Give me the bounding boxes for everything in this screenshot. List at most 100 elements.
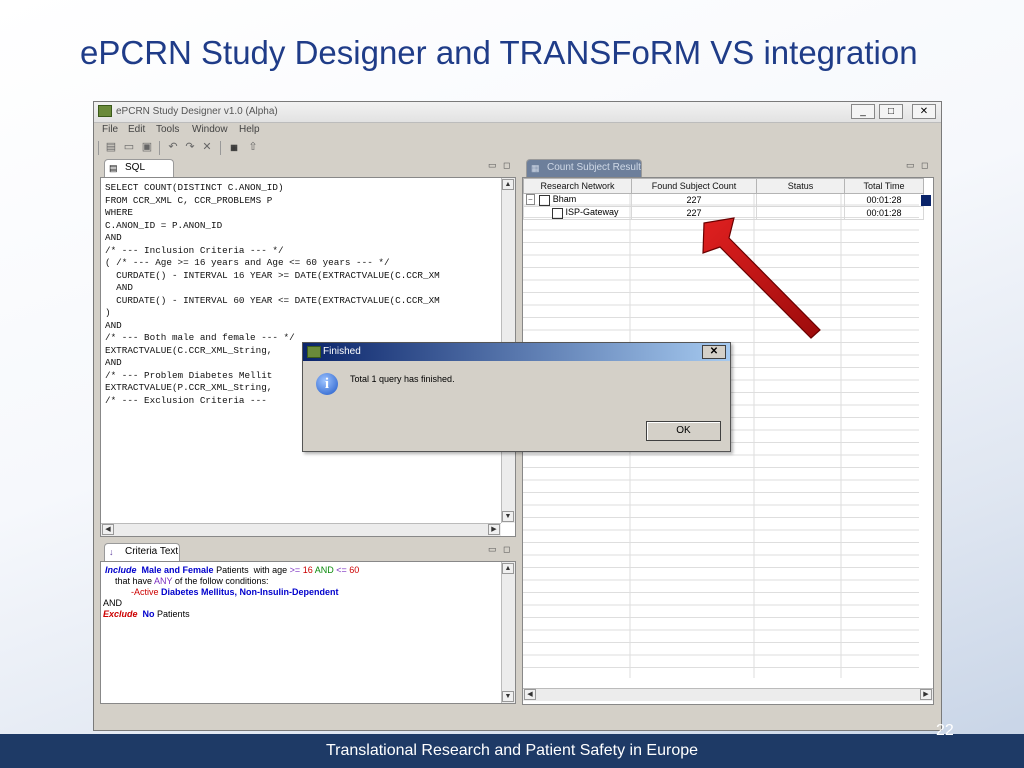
delete-icon[interactable]: ✕ [200, 141, 214, 154]
criteria-line: Include Male and Female Patients with ag… [105, 565, 359, 575]
dialog-close-button[interactable]: ✕ [702, 345, 726, 359]
max-age-value: 60 [349, 565, 360, 575]
footer-bar: Translational Research and Patient Safet… [0, 734, 1024, 768]
upload-icon[interactable]: ⇧ [246, 141, 260, 154]
maximize-panel-icon[interactable]: ◻ [921, 160, 928, 171]
toolbar-separator [98, 141, 99, 155]
undo-icon[interactable]: ↶ [166, 141, 180, 154]
menu-file[interactable]: File [102, 124, 118, 135]
table-header-row: Research Network Found Subject Count Sta… [523, 178, 924, 194]
row-selection-marker [921, 195, 931, 206]
sql-line: /* --- Exclusion Criteria --- [105, 394, 267, 406]
tab-criteria-text-label: Criteria Text [125, 546, 179, 557]
footer-text: Translational Research and Patient Safet… [325, 742, 699, 759]
network-cell: − Bham [523, 193, 632, 207]
scroll-right-icon[interactable]: ▶ [920, 689, 932, 700]
scroll-left-icon[interactable]: ◀ [102, 524, 114, 535]
menu-tools[interactable]: Tools [156, 124, 179, 135]
sql-horizontal-scrollbar[interactable]: ◀ ▶ [101, 523, 501, 536]
scroll-down-icon[interactable]: ▼ [502, 511, 514, 522]
sql-line: SELECT COUNT(DISTINCT C.ANON_ID) [105, 182, 284, 193]
checkbox-icon[interactable] [552, 207, 563, 219]
sql-line: AND [105, 282, 133, 293]
slide-title: ePCRN Study Designer and TRANSFoRM VS in… [80, 34, 918, 71]
save-icon[interactable]: ▣ [140, 141, 154, 154]
menu-window[interactable]: Window [192, 124, 228, 135]
toolbar-separator [159, 141, 160, 155]
new-file-icon[interactable]: ▤ [104, 141, 118, 154]
tab-criteria-text[interactable]: ↓ Criteria Text [104, 543, 180, 561]
close-window-button[interactable]: ✕ [912, 104, 936, 119]
open-folder-icon[interactable]: ▭ [122, 141, 136, 154]
tab-sql-query[interactable]: ▤ SQL Query [104, 159, 174, 189]
toolbar: ▤ ▭ ▣ ↶ ↷ ✕ ▦ ⇧ [94, 138, 941, 158]
minimize-panel-icon[interactable]: ▭ [488, 160, 497, 171]
column-header[interactable]: Research Network [523, 178, 632, 194]
and-operator: AND [314, 565, 334, 575]
page-number: 22 [936, 722, 954, 739]
finished-dialog: Finished ✕ i Total 1 query has finished.… [302, 342, 731, 452]
menubar: File Edit Tools Window Help [94, 122, 941, 137]
criteria-text-panel: ↓ Criteria Text ▭ ◻ Include Male and Fem… [98, 542, 518, 706]
criteria-line: that have ANY of the follow conditions: [115, 576, 268, 586]
scroll-left-icon[interactable]: ◀ [524, 689, 536, 700]
no-keyword: No [142, 609, 155, 619]
sql-line: CURDATE() - INTERVAL 16 YEAR >= DATE(EXT… [105, 269, 440, 281]
condition-name: Diabetes Mellitus, Non-Insulin-Dependent [161, 587, 339, 597]
table-icon: ▦ [531, 163, 540, 173]
maximize-panel-icon[interactable]: ◻ [503, 544, 510, 555]
patients-text: Patients [216, 565, 249, 575]
network-name: Bham [552, 194, 577, 205]
active-keyword: -Active [131, 587, 159, 597]
any-keyword: ANY [154, 576, 173, 586]
time-cell: 00:01:28 [844, 206, 924, 220]
binary-data-icon[interactable]: ▦ [227, 141, 241, 154]
result-horizontal-scrollbar[interactable]: ◀ ▶ [523, 688, 933, 701]
lte-operator: <= [336, 565, 347, 575]
sql-line: /* --- Inclusion Criteria --- */ [105, 244, 284, 256]
criteria-vertical-scrollbar[interactable]: ▲ ▼ [501, 562, 515, 703]
window-title: ePCRN Study Designer v1.0 (Alpha) [116, 106, 278, 117]
min-age-value: 16 [302, 565, 313, 575]
criteria-and-line: AND [103, 598, 123, 608]
menu-help[interactable]: Help [239, 124, 260, 135]
dialog-app-icon [307, 346, 321, 358]
menu-edit[interactable]: Edit [128, 124, 145, 135]
sql-line: ( /* --- Age >= 16 years and Age <= 60 y… [105, 257, 390, 268]
maximize-panel-icon[interactable]: ◻ [503, 160, 510, 171]
sql-line: AND [105, 232, 122, 243]
follow-conditions-text: of the follow conditions: [174, 576, 269, 586]
minimize-panel-icon[interactable]: ▭ [488, 544, 497, 555]
dialog-message: Total 1 query has finished. [350, 374, 455, 384]
collapse-icon[interactable]: − [526, 194, 535, 206]
minimize-button[interactable]: _ [851, 104, 875, 119]
column-header[interactable]: Status [756, 178, 845, 194]
sql-line: EXTRACTVALUE(P.CCR_XML_String, [105, 382, 273, 393]
tab-count-subject-result[interactable]: ▦ Count Subject Result [526, 159, 642, 177]
sql-line: FROM CCR_XML C, CCR_PROBLEMS P [105, 194, 273, 206]
gender-criteria: Male and Female [141, 565, 214, 575]
column-header[interactable]: Total Time [844, 178, 924, 194]
criteria-text-area[interactable]: Include Male and Female Patients with ag… [100, 561, 516, 704]
dialog-title: Finished [323, 346, 361, 357]
column-header[interactable]: Found Subject Count [631, 178, 757, 194]
sql-line: C.ANON_ID = P.ANON_ID [105, 219, 223, 231]
exclude-keyword: Exclude [103, 609, 138, 619]
sql-line: CURDATE() - INTERVAL 60 YEAR <= DATE(EXT… [105, 294, 440, 306]
maximize-button[interactable]: □ [879, 104, 903, 119]
toolbar-separator [220, 141, 221, 155]
scroll-right-icon[interactable]: ▶ [488, 524, 500, 535]
dialog-titlebar: Finished ✕ [303, 343, 730, 361]
scroll-up-icon[interactable]: ▲ [502, 179, 514, 190]
ok-button[interactable]: OK [646, 421, 721, 441]
sql-line: /* --- Problem Diabetes Mellit [105, 369, 273, 381]
checkbox-icon[interactable] [539, 194, 551, 206]
scroll-up-icon[interactable]: ▲ [502, 563, 514, 574]
app-icon [98, 105, 112, 117]
criteria-line: Exclude No Patients [103, 609, 190, 619]
minimize-panel-icon[interactable]: ▭ [906, 160, 915, 171]
redo-icon[interactable]: ↷ [183, 141, 197, 154]
red-arrow-annotation [702, 217, 821, 339]
scroll-down-icon[interactable]: ▼ [502, 691, 514, 702]
sql-line: WHERE [105, 207, 133, 218]
